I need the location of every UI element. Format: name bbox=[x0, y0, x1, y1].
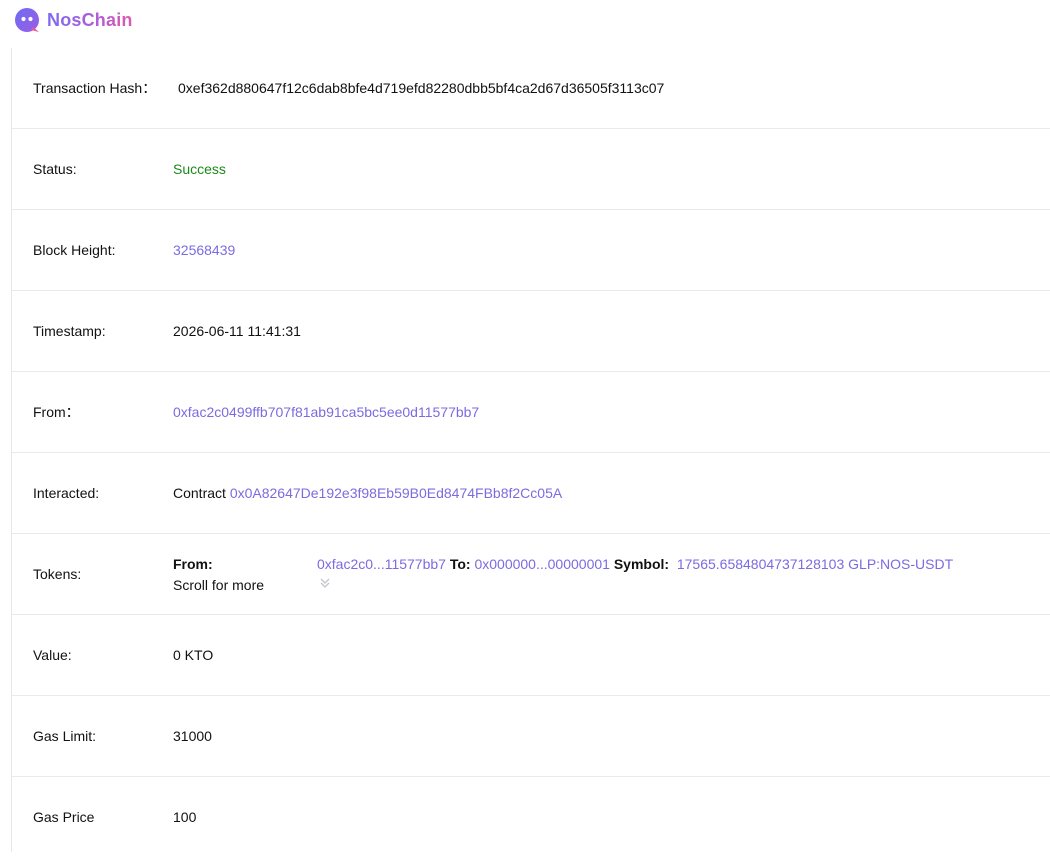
timestamp-label: Timestamp: bbox=[33, 323, 106, 339]
token-symbol-label: Symbol: bbox=[613, 556, 670, 572]
gas-price-label: Gas Price bbox=[33, 809, 95, 825]
tokens-label: Tokens: bbox=[33, 566, 82, 582]
row-from: From： 0xfac2c0499ffb707f81ab91ca5bc5ee0d… bbox=[12, 372, 1050, 453]
gas-limit-value: 31000 bbox=[173, 728, 212, 744]
row-gas-limit: Gas Limit: 31000 bbox=[12, 696, 1050, 777]
row-block-height: Block Height: 32568439 bbox=[12, 210, 1050, 291]
double-chevron-down-icon[interactable] bbox=[319, 577, 331, 589]
gas-limit-label: Gas Limit: bbox=[33, 728, 97, 744]
row-timestamp: Timestamp: 2026-06-11 11:41:31 bbox=[12, 291, 1050, 372]
row-status: Status: Success bbox=[12, 129, 1050, 210]
logo-text: NosChain bbox=[47, 9, 133, 30]
value-amount: 0 KTO bbox=[173, 647, 214, 663]
row-value: Value: 0 KTO bbox=[12, 615, 1050, 696]
row-tokens: Tokens: From: Scroll for more 0xfac2c0..… bbox=[12, 534, 1050, 615]
scroll-hint: Scroll for more bbox=[173, 577, 265, 593]
interacted-label: Interacted: bbox=[33, 485, 100, 501]
tokens-left: From: Scroll for more bbox=[173, 554, 264, 596]
timestamp-value: 2026-06-11 11:41:31 bbox=[173, 323, 301, 339]
gas-price-value: 100 bbox=[173, 809, 197, 825]
header: NosChain bbox=[0, 0, 1050, 38]
block-height-label: Block Height: bbox=[33, 242, 116, 258]
from-address-link[interactable]: 0xfac2c0499ffb707f81ab91ca5bc5ee0d11577b… bbox=[173, 372, 479, 452]
logo[interactable]: NosChain bbox=[14, 7, 133, 33]
transaction-hash-label: Transaction Hash： bbox=[33, 80, 157, 96]
transaction-details-panel: Transaction Hash： 0xef362d880647f12c6dab… bbox=[11, 48, 1050, 852]
token-to-link[interactable]: 0x000000...00000001 bbox=[474, 556, 609, 572]
row-gas-price: Gas Price 100 bbox=[12, 777, 1050, 857]
value-label: Value: bbox=[33, 647, 72, 663]
from-label: From： bbox=[33, 404, 80, 420]
token-symbol-link[interactable]: GLP:NOS-USDT bbox=[848, 556, 953, 572]
row-interacted: Interacted: Contract 0x0A82647De192e3f98… bbox=[12, 453, 1050, 534]
contract-address-link[interactable]: 0x0A82647De192e3f98Eb59B0Ed8474FBb8f2Cc0… bbox=[230, 485, 562, 501]
token-amount: 17565.6584804737128103 bbox=[676, 556, 845, 572]
status-badge: Success bbox=[173, 161, 226, 177]
block-height-link[interactable]: 32568439 bbox=[173, 210, 235, 290]
interacted-value: Contract 0x0A82647De192e3f98Eb59B0Ed8474… bbox=[173, 453, 562, 533]
tokens-from-label: From: bbox=[173, 556, 213, 572]
token-transfer: 0xfac2c0...11577bb7 To: 0x000000...00000… bbox=[317, 554, 953, 575]
smiley-face-icon bbox=[15, 8, 39, 32]
token-from-link[interactable]: 0xfac2c0...11577bb7 bbox=[317, 556, 446, 572]
contract-prefix: Contract bbox=[173, 485, 226, 501]
token-to-label: To: bbox=[449, 556, 471, 572]
row-transaction-hash: Transaction Hash： 0xef362d880647f12c6dab… bbox=[12, 48, 1050, 129]
status-label: Status: bbox=[33, 161, 77, 177]
transaction-hash-value: 0xef362d880647f12c6dab8bfe4d719efd82280d… bbox=[178, 80, 665, 96]
